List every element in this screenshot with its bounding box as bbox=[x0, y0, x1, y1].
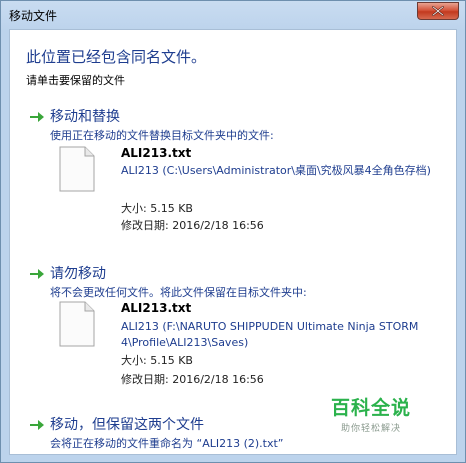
option-description: 将不会更改任何文件。将此文件保留在目标文件夹中: bbox=[50, 286, 307, 299]
watermark-subtitle: 助你轻松解决 bbox=[341, 424, 402, 434]
title-bar[interactable]: 移动文件 bbox=[1, 1, 465, 29]
option-description: 会将正在移动的文件重命名为 “ALI213 (2).txt” bbox=[50, 437, 284, 450]
file-name: ALI213.txt bbox=[121, 301, 192, 315]
option-dont-move[interactable]: 请勿移动 将不会更改任何文件。将此文件保留在目标文件夹中: ALI213.txt… bbox=[22, 263, 442, 387]
text-file-icon bbox=[59, 301, 95, 347]
watermark-title: 百科全说 bbox=[331, 397, 412, 419]
move-file-dialog: 移动文件 此位置已经包含同名文件。 请单击要保留的文件 移动和替换 使用正在移动… bbox=[0, 0, 466, 463]
green-arrow-icon bbox=[30, 112, 44, 122]
dialog-headline: 此位置已经包含同名文件。 bbox=[26, 48, 207, 66]
file-size: 大小: 5.15 KB bbox=[121, 202, 193, 215]
green-arrow-icon bbox=[30, 420, 44, 430]
dialog-content: 此位置已经包含同名文件。 请单击要保留的文件 移动和替换 使用正在移动的文件替换… bbox=[9, 29, 457, 455]
file-path: ALI213 (C:\Users\Administrator\桌面\究极风暴4全… bbox=[121, 164, 431, 177]
option-title: 移动和替换 bbox=[50, 109, 120, 125]
close-button[interactable] bbox=[417, 2, 459, 20]
file-name: ALI213.txt bbox=[121, 146, 192, 160]
option-move-and-replace[interactable]: 移动和替换 使用正在移动的文件替换目标文件夹中的文件: ALI213.txt A… bbox=[22, 106, 442, 232]
window-title: 移动文件 bbox=[9, 9, 58, 23]
option-title: 请勿移动 bbox=[50, 266, 106, 282]
file-size: 大小: 5.15 KB bbox=[121, 354, 193, 367]
file-path: ALI213 (F:\NARUTO SHIPPUDEN Ultimate Nin… bbox=[121, 320, 419, 349]
file-modified-date: 修改日期: 2016/2/18 16:56 bbox=[121, 373, 264, 386]
option-description: 使用正在移动的文件替换目标文件夹中的文件: bbox=[50, 129, 274, 142]
green-arrow-icon bbox=[30, 269, 44, 279]
close-icon bbox=[432, 6, 444, 16]
text-file-icon bbox=[59, 146, 95, 192]
dialog-subhead: 请单击要保留的文件 bbox=[26, 74, 125, 87]
watermark: 百科全说 助你轻松解决 bbox=[331, 393, 411, 434]
option-title: 移动，但保留这两个文件 bbox=[50, 417, 204, 433]
file-modified-date: 修改日期: 2016/2/18 16:56 bbox=[121, 219, 264, 232]
